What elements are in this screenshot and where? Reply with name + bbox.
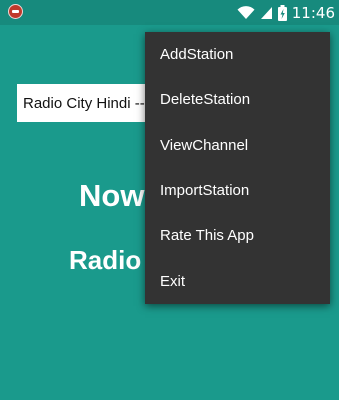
battery-charging-icon: [277, 4, 287, 21]
overflow-menu: AddStation DeleteStation ViewChannel Imp…: [145, 32, 330, 304]
signal-icon: [260, 6, 272, 19]
wifi-icon: [237, 5, 255, 19]
menu-item-exit[interactable]: Exit: [145, 258, 330, 303]
now-playing-label: Now: [79, 178, 145, 213]
menu-item-import-station[interactable]: ImportStation: [145, 168, 330, 213]
status-icons: 11:46: [237, 0, 335, 25]
clock: 11:46: [291, 3, 335, 22]
menu-item-delete-station[interactable]: DeleteStation: [145, 77, 330, 122]
menu-item-add-station[interactable]: AddStation: [145, 32, 330, 77]
status-bar: 11:46: [0, 0, 339, 25]
menu-item-rate-app[interactable]: Rate This App: [145, 213, 330, 258]
app-notification-icon: [8, 4, 23, 19]
menu-item-view-channel[interactable]: ViewChannel: [145, 123, 330, 168]
current-station-name: Radio: [69, 245, 142, 275]
